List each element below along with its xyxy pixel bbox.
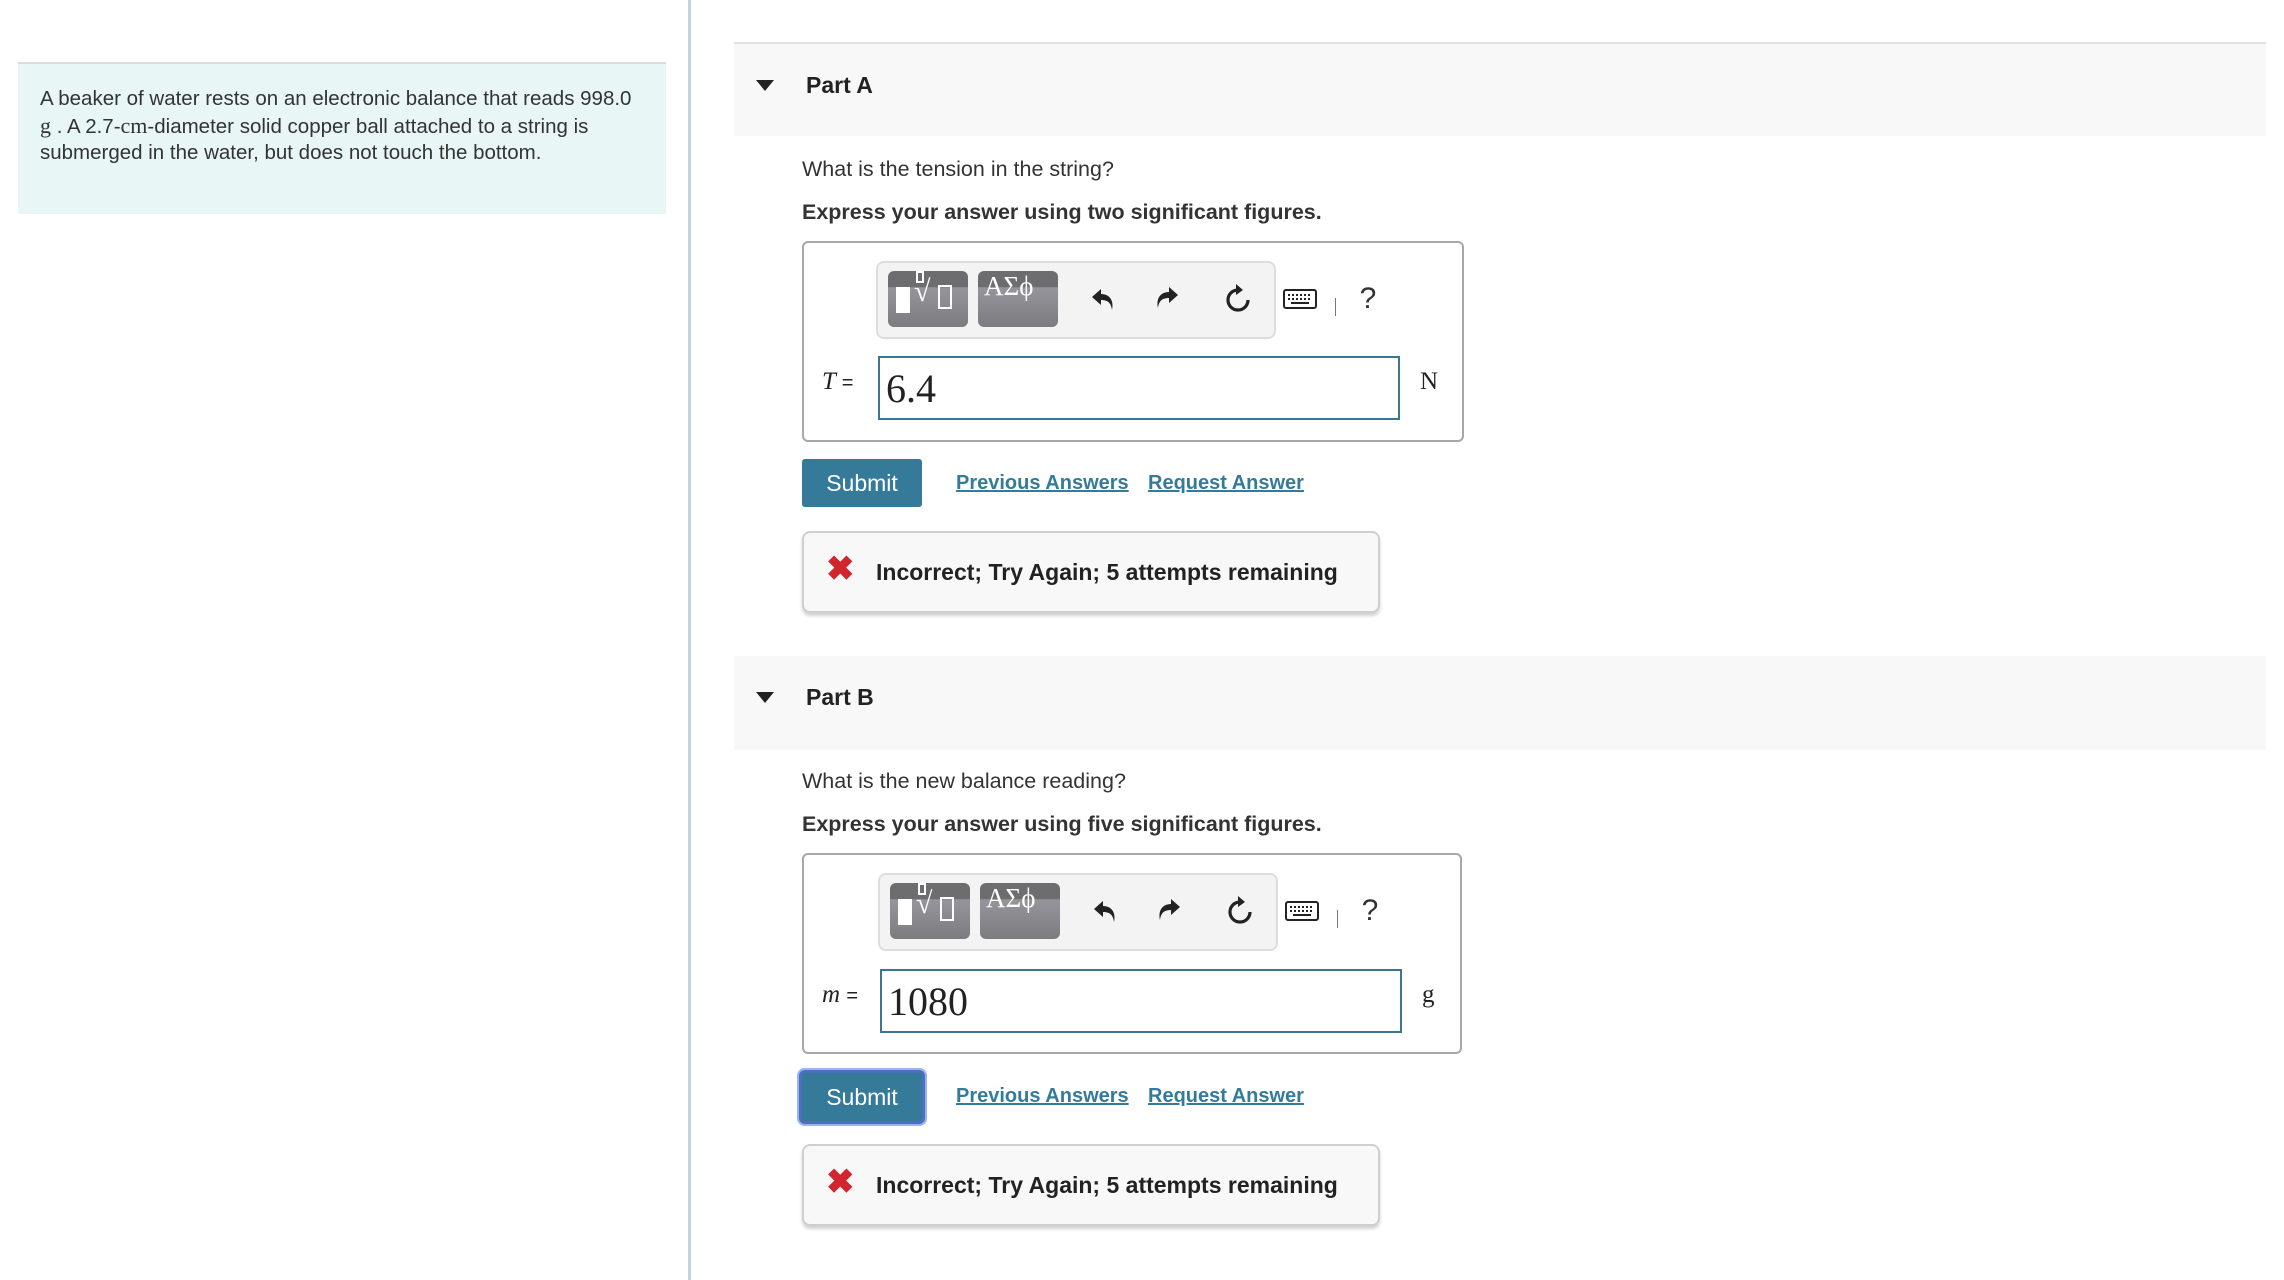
undo-icon[interactable]: [1088, 281, 1120, 317]
undo-icon[interactable]: [1090, 893, 1122, 929]
feedback-message: Incorrect; Try Again; 5 attempts remaini…: [876, 559, 1338, 585]
radicand-box-icon: [938, 285, 952, 309]
redo-icon[interactable]: [1152, 893, 1184, 929]
part-a-previous-answers-link[interactable]: Previous Answers: [956, 472, 1129, 495]
keyboard-icon[interactable]: [1284, 893, 1320, 929]
part-a-header[interactable]: Part A: [734, 42, 2266, 136]
incorrect-x-icon: ✖: [826, 550, 855, 588]
part-a-feedback: ✖ Incorrect; Try Again; 5 attempts remai…: [802, 531, 1380, 613]
part-b-variable-label: m =: [822, 981, 858, 1009]
mass-unit: g: [40, 112, 51, 138]
problem-text-1: A beaker of water rests on an electronic…: [40, 87, 632, 110]
equals-sign: =: [846, 985, 858, 1007]
parts-pane: Part A What is the tension in the string…: [734, 0, 2284, 1280]
incorrect-x-icon: ✖: [826, 1163, 855, 1201]
help-button[interactable]: ?: [1358, 893, 1382, 929]
part-b-math-toolbar: √ ΑΣϕ ?: [878, 873, 1378, 951]
part-a-answer-box: √ ΑΣϕ ? T = N: [802, 241, 1464, 442]
part-a-instruction: Express your answer using two significan…: [802, 200, 1322, 224]
pane-divider[interactable]: [688, 0, 691, 1280]
templates-button[interactable]: √: [890, 883, 970, 939]
part-b-feedback: ✖ Incorrect; Try Again; 5 attempts remai…: [802, 1144, 1380, 1226]
radical-icon: √: [914, 275, 931, 308]
equals-sign: =: [841, 372, 854, 394]
symbols-button[interactable]: ΑΣϕ: [980, 883, 1060, 939]
part-a-request-answer-link[interactable]: Request Answer: [1148, 472, 1304, 495]
redo-icon[interactable]: [1150, 281, 1182, 317]
part-b-previous-answers-link[interactable]: Previous Answers: [956, 1085, 1129, 1108]
part-b-instruction: Express your answer using five significa…: [802, 812, 1322, 836]
feedback-message: Incorrect; Try Again; 5 attempts remaini…: [876, 1172, 1338, 1198]
length-unit: cm: [120, 112, 148, 138]
part-b-title: Part B: [806, 684, 874, 710]
part-a-title: Part A: [806, 72, 873, 98]
part-a-question: What is the tension in the string?: [802, 157, 1114, 181]
part-b-submit-button[interactable]: Submit: [802, 1073, 922, 1121]
part-b-header[interactable]: Part B: [734, 656, 2266, 750]
template-block-icon: [898, 899, 912, 925]
part-a-answer-input[interactable]: [878, 356, 1400, 420]
radical-icon: √: [916, 887, 933, 920]
symbols-button[interactable]: ΑΣϕ: [978, 271, 1058, 327]
part-b-request-answer-link[interactable]: Request Answer: [1148, 1085, 1304, 1108]
part-a-submit-button[interactable]: Submit: [802, 459, 922, 507]
radicand-box-icon: [940, 897, 954, 921]
part-b-answer-box: √ ΑΣϕ ? m = g: [802, 853, 1462, 1054]
help-button[interactable]: ?: [1356, 281, 1380, 317]
reset-icon[interactable]: [1222, 281, 1254, 317]
template-block-icon: [896, 287, 910, 313]
part-a-unit: N: [1420, 368, 1439, 395]
problem-pane: A beaker of water rests on an electronic…: [0, 0, 688, 1280]
part-a-variable-label: T =: [822, 368, 853, 396]
caret-down-icon[interactable]: [756, 692, 774, 703]
toolbar-separator: [1335, 298, 1336, 316]
keyboard-icon[interactable]: [1282, 281, 1318, 317]
part-b-question: What is the new balance reading?: [802, 769, 1126, 793]
templates-button[interactable]: √: [888, 271, 968, 327]
part-a-math-toolbar: √ ΑΣϕ ?: [876, 261, 1376, 339]
problem-statement: A beaker of water rests on an electronic…: [18, 62, 666, 214]
variable-symbol: m: [822, 981, 841, 1008]
toolbar-separator: [1337, 910, 1338, 928]
part-b-answer-input[interactable]: [880, 969, 1402, 1033]
caret-down-icon[interactable]: [756, 80, 774, 91]
problem-text-2: . A 2.7-: [51, 114, 121, 138]
reset-icon[interactable]: [1224, 893, 1256, 929]
variable-symbol: T: [822, 368, 836, 395]
part-b-unit: g: [1422, 981, 1435, 1008]
